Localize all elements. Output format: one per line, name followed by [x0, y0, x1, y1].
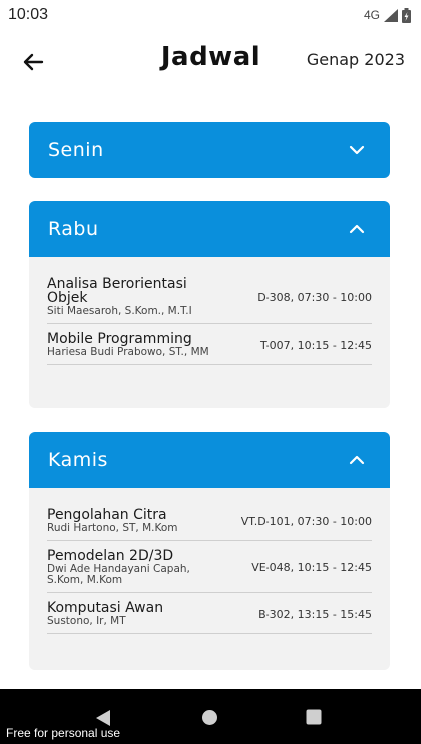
day-card-kamis: Kamis Pengolahan Citra Rudi Hartono, ST,… — [29, 432, 390, 670]
battery-icon — [402, 7, 411, 23]
signal-icon — [384, 8, 398, 22]
status-bar: 10:03 4G — [0, 0, 421, 30]
course-name: Mobile Programming — [47, 331, 192, 347]
course-room-time: VT.D-101, 07:30 - 10:00 — [240, 514, 372, 528]
course-room-time: VE-048, 10:15 - 12:45 — [251, 561, 372, 574]
day-header-senin[interactable]: Senin — [29, 122, 390, 178]
day-card-senin: Senin — [29, 122, 390, 178]
course-item[interactable]: Mobile Programming Hariesa Budi Prabowo,… — [47, 324, 372, 365]
status-time: 10:03 — [8, 6, 49, 23]
nav-back-icon[interactable] — [94, 709, 112, 727]
day-label: Senin — [48, 139, 104, 161]
course-lecturer: Sustono, Ir, MT — [47, 615, 126, 627]
course-lecturer: Rudi Hartono, ST, M.Kom — [47, 522, 178, 534]
chevron-down-icon — [349, 145, 365, 155]
watermark: Free for personal use — [6, 726, 121, 740]
course-list: Pengolahan Citra Rudi Hartono, ST, M.Kom… — [29, 488, 390, 670]
day-label: Rabu — [48, 218, 99, 240]
course-name: Pengolahan Citra — [47, 507, 167, 523]
semester-label: Genap 2023 — [306, 50, 405, 69]
course-name: Pemodelan 2D/3D — [47, 548, 174, 564]
day-card-rabu: Rabu Analisa Berorientasi Objek Siti Mae… — [29, 201, 390, 408]
course-list: Analisa Berorientasi Objek Siti Maesaroh… — [29, 257, 390, 408]
chevron-up-icon — [349, 224, 365, 234]
nav-home-icon[interactable] — [201, 709, 218, 726]
system-nav-bar: Free for personal use — [0, 689, 421, 744]
course-room-time: T-007, 10:15 - 12:45 — [259, 338, 372, 352]
course-item[interactable]: Analisa Berorientasi Objek Siti Maesaroh… — [47, 269, 372, 324]
course-room-time: B-302, 13:15 - 15:45 — [258, 607, 372, 621]
status-icons: 4G — [363, 7, 411, 23]
course-item[interactable]: Pemodelan 2D/3D Dwi Ade Handayani Capah,… — [47, 541, 372, 593]
course-lecturer: Hariesa Budi Prabowo, ST., MM — [47, 346, 209, 358]
network-type: 4G — [363, 8, 380, 22]
course-item[interactable]: Pengolahan Citra Rudi Hartono, ST, M.Kom… — [47, 500, 372, 541]
day-header-kamis[interactable]: Kamis — [29, 432, 390, 488]
course-lecturer: Dwi Ade Handayani Capah, S.Kom, M.Kom — [47, 563, 190, 586]
nav-recents-icon[interactable] — [306, 709, 322, 725]
day-header-rabu[interactable]: Rabu — [29, 201, 390, 257]
course-lecturer: Siti Maesaroh, S.Kom., M.T.I — [47, 305, 192, 317]
course-room-time: D-308, 07:30 - 10:00 — [257, 290, 372, 304]
course-item[interactable]: Komputasi Awan Sustono, Ir, MT B-302, 13… — [47, 593, 372, 634]
course-name: Analisa Berorientasi Objek — [47, 276, 187, 306]
chevron-up-icon — [349, 455, 365, 465]
day-label: Kamis — [48, 449, 108, 471]
app-bar: Jadwal Genap 2023 — [0, 32, 421, 92]
course-name: Komputasi Awan — [47, 600, 164, 616]
